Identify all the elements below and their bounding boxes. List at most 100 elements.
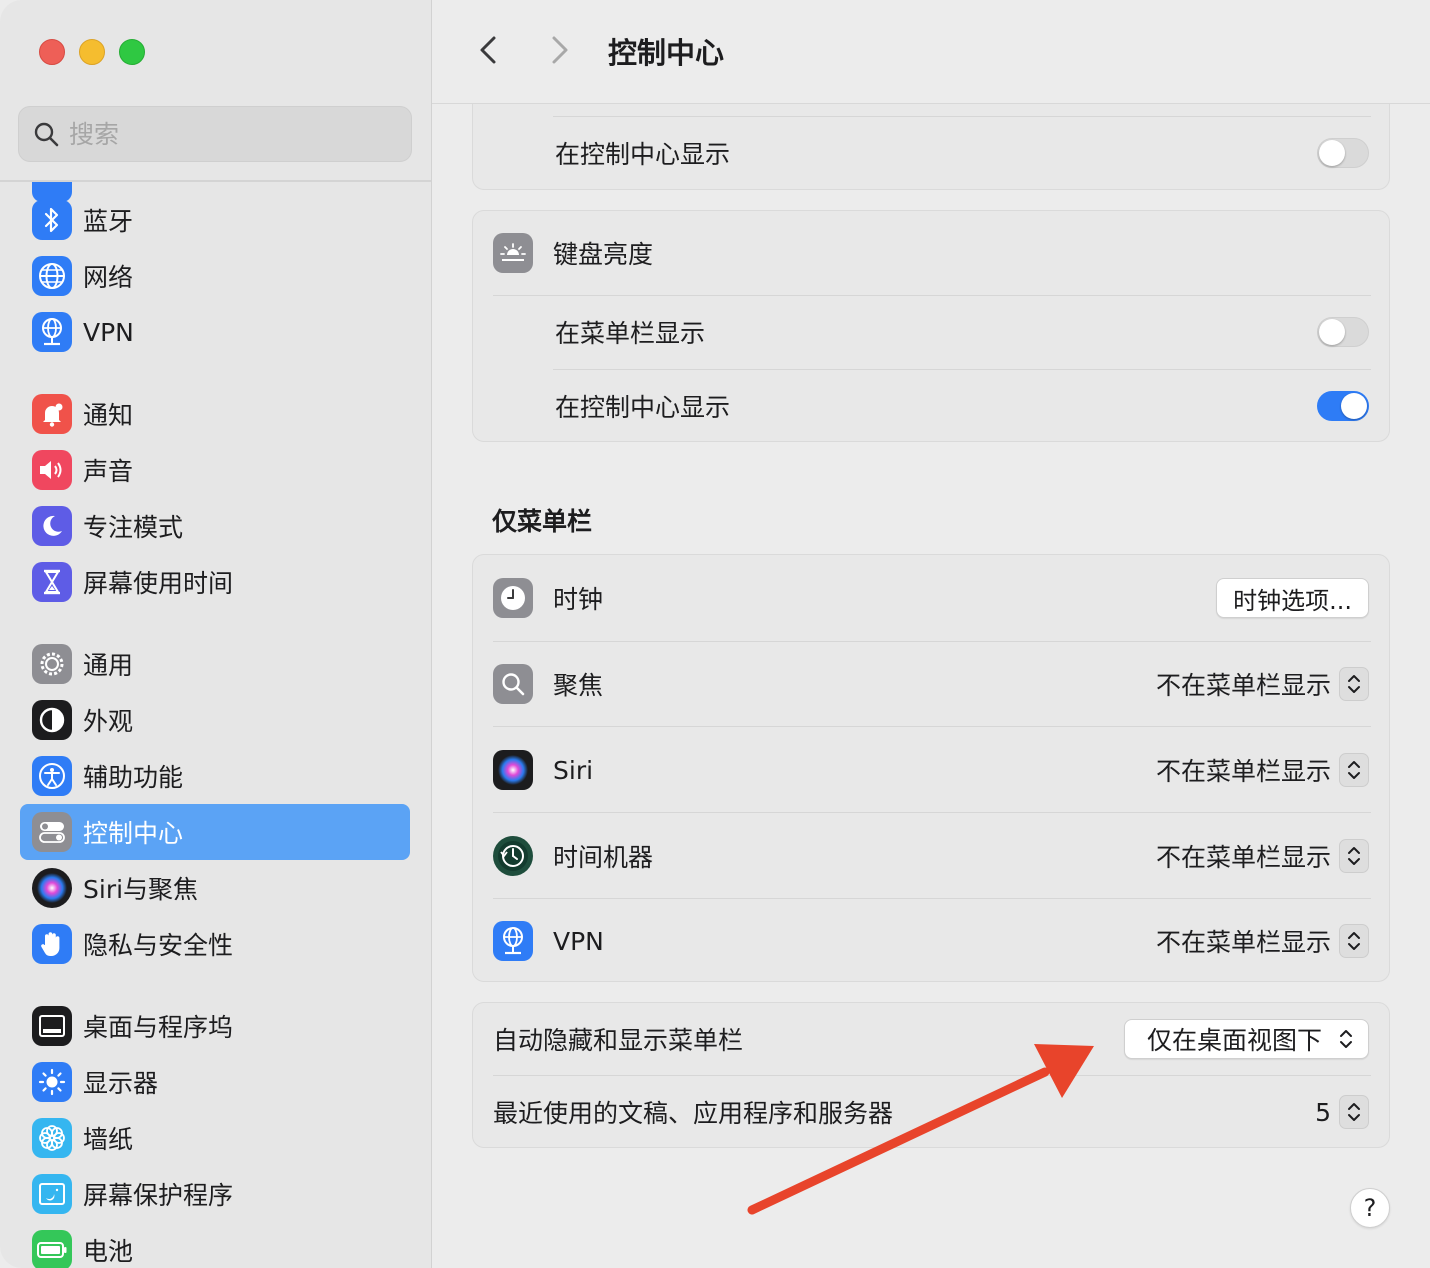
sidebar-item-focus[interactable]: 专注模式 [20,498,410,554]
sidebar-item-controlcenter[interactable]: 控制中心 [20,804,410,860]
sidebar-item-label: 墙纸 [83,1125,134,1154]
sidebar-item-label: 专注模式 [83,513,184,542]
chevron-updown-icon[interactable] [1339,667,1369,701]
sidebar-item-wallpaper[interactable]: 墙纸 [20,1110,410,1166]
moon-icon [32,506,72,546]
spotlight-menubar-popup[interactable]: 不在菜单栏显示 [1156,664,1369,704]
sidebar-item-notifications[interactable]: 通知 [20,386,410,442]
accessibility-icon [32,756,72,796]
sidebar-item-vpn[interactable]: VPN [20,304,410,360]
flower-icon [32,1118,72,1158]
chevron-updown-icon [1340,1030,1352,1048]
row-spotlight: 聚焦 不在菜单栏显示 [473,642,1389,726]
row-kb-show-in-cc: 在控制中心显示 [473,370,1389,442]
siri-icon [32,868,72,908]
sidebar-item-label: 网络 [83,263,134,292]
toggle-knob [1319,319,1345,345]
row-autohide: 自动隐藏和显示菜单栏 仅在桌面视图下 [473,1003,1389,1075]
popup-value: 不在菜单栏显示 [1155,671,1331,700]
search-icon [34,122,59,147]
toolbar: 控制中心 [432,0,1430,104]
row-label: VPN [553,926,604,956]
sidebar-item-label: 显示器 [83,1069,159,1098]
chevron-updown-icon[interactable] [1339,924,1369,958]
row-label: 时钟 [553,585,604,614]
hand-icon [32,924,72,964]
vpn-globe-icon [32,312,72,352]
sidebar-item-screensaver[interactable]: 屏幕保护程序 [20,1166,410,1222]
sidebar-item-network[interactable]: 网络 [20,248,410,304]
popup-value: 不在菜单栏显示 [1155,928,1331,957]
back-button[interactable] [472,30,504,70]
sidebar-item-screentime[interactable]: 屏幕使用时间 [20,554,410,610]
sidebar-item-bluetooth[interactable]: 蓝牙 [20,192,410,248]
sidebar-item-label: 桌面与程序坞 [83,1013,234,1042]
popup-value: 不在菜单栏显示 [1155,843,1331,872]
row-label: 在菜单栏显示 [555,319,706,348]
siri-menubar-popup[interactable]: 不在菜单栏显示 [1156,750,1369,790]
search-input[interactable] [69,119,369,149]
row-label: 在控制中心显示 [555,140,731,169]
autohide-popup-button[interactable]: 仅在桌面视图下 [1123,1019,1369,1059]
settings-window: 蓝牙 网络 VPN 通知 [0,0,1430,1268]
sidebar-item-privacy[interactable]: 隐私与安全性 [20,916,410,972]
chevron-updown-icon[interactable] [1339,753,1369,787]
row-kb-show-in-menubar: 在菜单栏显示 [473,296,1389,368]
vpn-menubar-popup[interactable]: 不在菜单栏显示 [1156,921,1369,961]
section-title-menubar-only: 仅菜单栏 [492,507,593,536]
row-label: Siri [553,755,594,785]
card-menubar-behavior: 自动隐藏和显示菜单栏 仅在桌面视图下 最近使用的文稿、应用程序和服务器 5 [472,1002,1390,1148]
dock-icon [32,1006,72,1046]
sidebar-item-accessibility[interactable]: 辅助功能 [20,748,410,804]
gear-icon [32,644,72,684]
vpn-globe-icon [493,921,533,961]
sun-icon [32,1062,72,1102]
forward-button[interactable] [544,30,576,70]
time-machine-icon [493,836,533,876]
popup-value: 5 [1315,1097,1331,1127]
sidebar-item-label: 声音 [83,457,134,486]
row-label: 聚焦 [553,671,604,700]
sidebar-list[interactable]: 蓝牙 网络 VPN 通知 声音 专注模式 屏幕使用时间 通用 外观 辅助功能 控… [0,182,431,1268]
row-label: 时间机器 [553,843,654,872]
magnifier-icon [493,664,533,704]
chevron-updown-icon[interactable] [1339,1095,1369,1129]
row-clock: 时钟 时钟选项... [473,555,1389,641]
sidebar-item-label: 电池 [83,1237,134,1266]
speaker-icon [32,450,72,490]
appearance-icon [32,700,72,740]
sidebar-item-desktop[interactable]: 桌面与程序坞 [20,998,410,1054]
kb-show-in-cc-toggle[interactable] [1317,391,1369,421]
sidebar-item-siri[interactable]: Siri与聚焦 [20,860,410,916]
sidebar-item-label: 屏幕使用时间 [83,569,234,598]
row-vpn: VPN 不在菜单栏显示 [473,899,1389,983]
minimize-window-button[interactable] [79,39,105,65]
row-keyboard-brightness: 键盘亮度 [473,211,1389,295]
clock-options-button[interactable]: 时钟选项... [1216,578,1369,618]
row-recent-items: 最近使用的文稿、应用程序和服务器 5 [473,1076,1389,1148]
card-keyboard-brightness: 键盘亮度 在菜单栏显示 在控制中心显示 [472,210,1390,442]
recent-items-popup[interactable]: 5 [1315,1092,1369,1132]
sidebar-item-sound[interactable]: 声音 [20,442,410,498]
zoom-window-button[interactable] [119,39,145,65]
sidebar-item-general[interactable]: 通用 [20,636,410,692]
globe-icon [32,256,72,296]
search-field[interactable] [18,106,412,162]
card-menubar-only: 时钟 时钟选项... 聚焦 不在菜单栏显示 Siri 不在菜单栏显示 时间机器 … [472,554,1390,982]
battery-icon [32,1230,72,1268]
card-partial: 在控制中心显示 [472,104,1390,190]
time-machine-menubar-popup[interactable]: 不在菜单栏显示 [1156,836,1369,876]
sidebar: 蓝牙 网络 VPN 通知 [0,0,432,1268]
close-window-button[interactable] [39,39,65,65]
kb-show-in-menubar-toggle[interactable] [1317,317,1369,347]
keyboard-brightness-icon [493,233,533,273]
sidebar-item-label: VPN [83,317,134,347]
help-button[interactable]: ? [1350,1188,1390,1228]
sidebar-item-appearance[interactable]: 外观 [20,692,410,748]
sidebar-item-battery[interactable]: 电池 [20,1222,410,1268]
siri-icon [493,750,533,790]
sidebar-item-displays[interactable]: 显示器 [20,1054,410,1110]
sidebar-item-label: 外观 [83,707,134,736]
show-in-cc-toggle-top[interactable] [1317,138,1369,168]
chevron-updown-icon[interactable] [1339,839,1369,873]
